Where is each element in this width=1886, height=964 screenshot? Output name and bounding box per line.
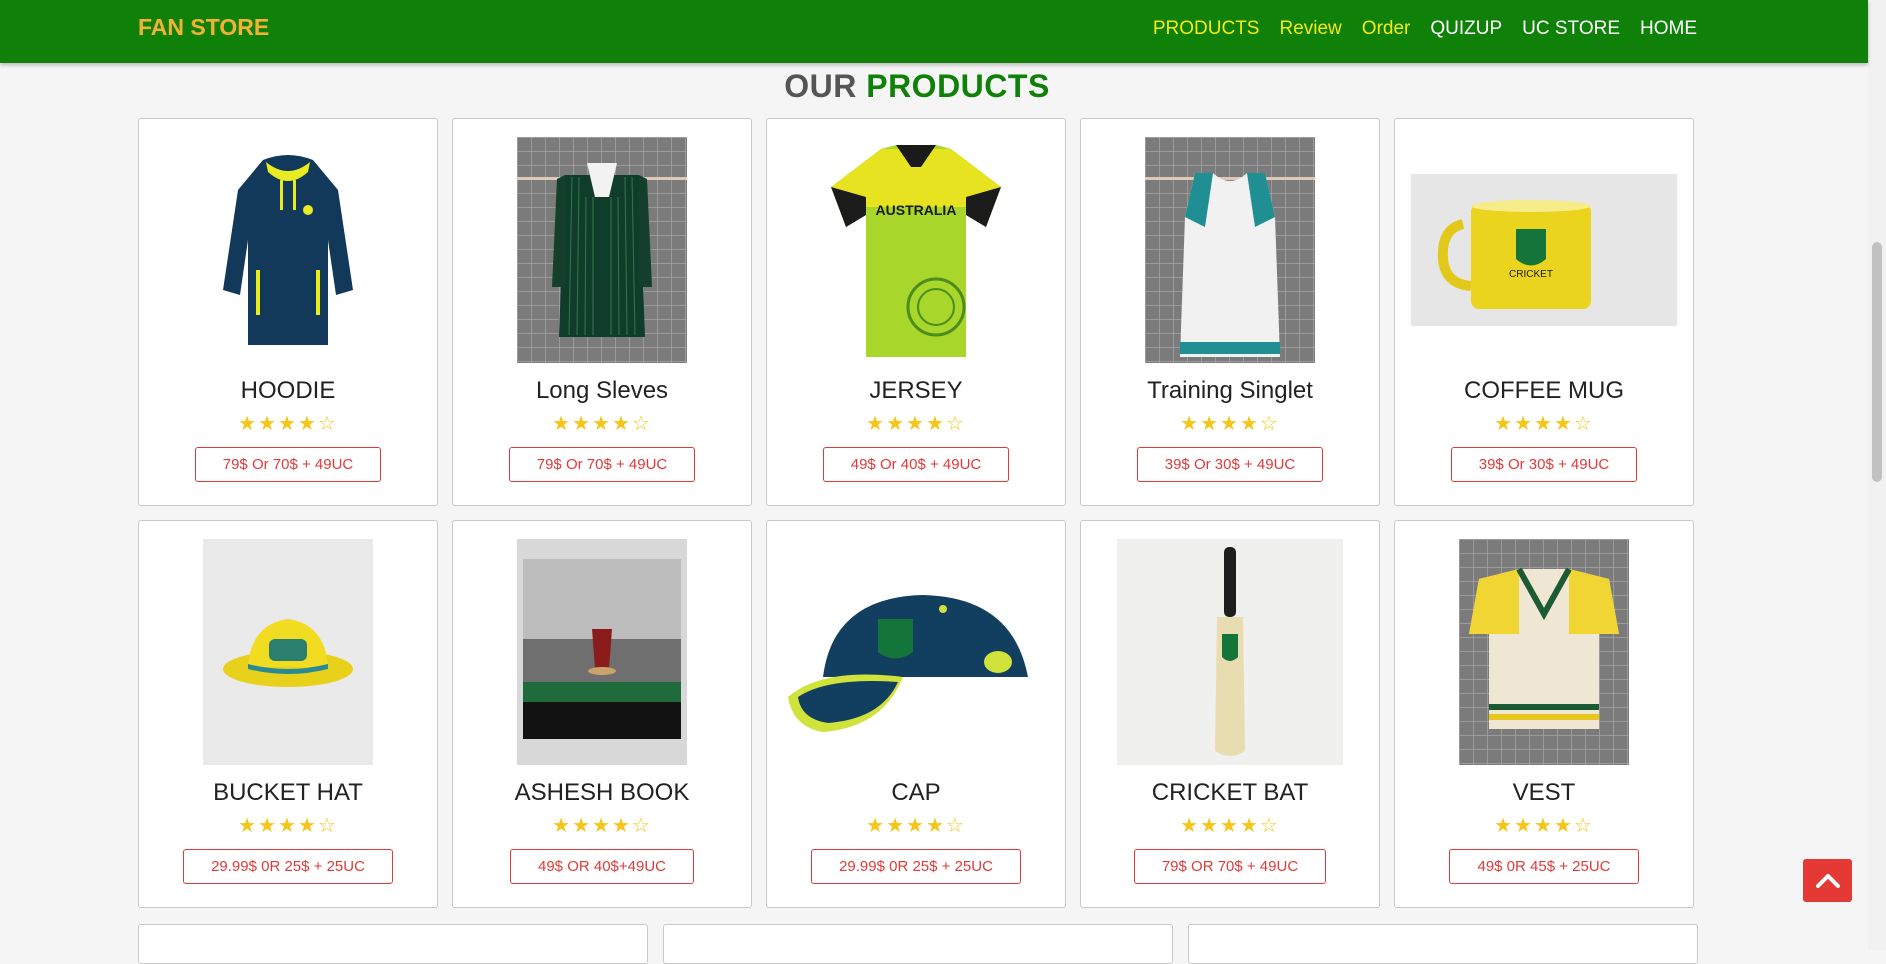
product-grid: HOODIE ★★★★☆ 79$ Or 70$ + 49UC Long Slev… xyxy=(138,118,1698,908)
chevron-up-icon xyxy=(1815,873,1840,888)
product-name: HOODIE xyxy=(240,377,336,404)
brand-logo-text[interactable]: FAN STORE xyxy=(138,14,269,41)
product-name: Long Sleves xyxy=(535,377,669,404)
price-button[interactable]: 49$ 0R 45$ + 25UC xyxy=(1449,849,1639,884)
blazer-image[interactable] xyxy=(469,137,735,363)
back-to-top-button[interactable] xyxy=(1803,859,1852,902)
product-name: ASHESH BOOK xyxy=(514,779,690,806)
nav-review[interactable]: Review xyxy=(1279,18,1341,40)
bucket-hat-image[interactable] xyxy=(155,539,421,765)
product-name: JERSEY xyxy=(869,377,963,404)
price-button[interactable]: 39$ Or 30$ + 49UC xyxy=(1450,447,1638,482)
product-card-ashesh-book[interactable]: ASHESH BOOK ★★★★☆ 49$ OR 40$+49UC xyxy=(452,520,752,908)
product-card-cap[interactable]: CAP ★★★★☆ 29.99$ 0R 25$ + 25UC xyxy=(766,520,1066,908)
mug-image[interactable]: CRICKET xyxy=(1411,137,1677,363)
product-card-training-singlet[interactable]: Training Singlet ★★★★☆ 39$ Or 30$ + 49UC xyxy=(1080,118,1380,506)
price-button[interactable]: 29.99$ 0R 25$ + 25UC xyxy=(811,849,1021,884)
price-button[interactable]: 49$ Or 40$ + 49UC xyxy=(822,447,1010,482)
product-name: COFFEE MUG xyxy=(1464,377,1624,404)
product-card-partial[interactable] xyxy=(1188,924,1698,964)
book-image[interactable] xyxy=(469,539,735,765)
product-card-partial[interactable] xyxy=(138,924,648,964)
cap-image[interactable] xyxy=(783,539,1049,765)
price-button[interactable]: 79$ Or 70$ + 49UC xyxy=(194,447,382,482)
star-rating-icon: ★★★★☆ xyxy=(1180,815,1280,837)
price-button[interactable]: 29.99$ 0R 25$ + 25UC xyxy=(183,849,393,884)
nav-uc-store[interactable]: UC STORE xyxy=(1522,18,1620,40)
product-card-cricket-bat[interactable]: CRICKET BAT ★★★★☆ 79$ OR 70$ + 49UC xyxy=(1080,520,1380,908)
star-rating-icon: ★★★★☆ xyxy=(1494,413,1594,435)
section-title-part2: PRODUCTS xyxy=(866,68,1050,104)
product-card-vest[interactable]: VEST ★★★★☆ 49$ 0R 45$ + 25UC xyxy=(1394,520,1694,908)
product-name: BUCKET HAT xyxy=(213,779,363,806)
nav-products[interactable]: PRODUCTS xyxy=(1153,18,1260,40)
product-card-hoodie[interactable]: HOODIE ★★★★☆ 79$ Or 70$ + 49UC xyxy=(138,118,438,506)
svg-text:AUSTRALIA: AUSTRALIA xyxy=(876,202,957,218)
star-rating-icon: ★★★★☆ xyxy=(1494,815,1594,837)
price-button[interactable]: 79$ OR 70$ + 49UC xyxy=(1133,849,1327,884)
product-card-coffee-mug[interactable]: CRICKET COFFEE MUG ★★★★☆ 39$ Or 30$ + 49… xyxy=(1394,118,1694,506)
product-card-partial[interactable] xyxy=(663,924,1173,964)
star-rating-icon: ★★★★☆ xyxy=(238,413,338,435)
nav-links: PRODUCTS Review Order QUIZUP UC STORE HO… xyxy=(1153,18,1697,40)
star-rating-icon: ★★★★☆ xyxy=(1180,413,1280,435)
product-name: CAP xyxy=(891,779,941,806)
section-title: OUR PRODUCTS xyxy=(0,68,1834,105)
nav-order[interactable]: Order xyxy=(1362,18,1411,40)
price-button[interactable]: 79$ Or 70$ + 49UC xyxy=(508,447,696,482)
vest-image[interactable] xyxy=(1411,539,1677,765)
price-button[interactable]: 39$ Or 30$ + 49UC xyxy=(1136,447,1324,482)
product-card-jersey[interactable]: AUSTRALIA JERSEY ★★★★☆ 49$ Or 40$ + 49UC xyxy=(766,118,1066,506)
star-rating-icon: ★★★★☆ xyxy=(552,413,652,435)
jersey-image[interactable]: AUSTRALIA xyxy=(783,137,1049,363)
product-card-bucket-hat[interactable]: BUCKET HAT ★★★★☆ 29.99$ 0R 25$ + 25UC xyxy=(138,520,438,908)
scrollbar-thumb[interactable] xyxy=(1872,242,1882,482)
section-title-part1: OUR xyxy=(784,68,857,104)
star-rating-icon: ★★★★☆ xyxy=(866,413,966,435)
product-name: CRICKET BAT xyxy=(1151,779,1309,806)
star-rating-icon: ★★★★☆ xyxy=(552,815,652,837)
star-rating-icon: ★★★★☆ xyxy=(238,815,338,837)
product-name: Training Singlet xyxy=(1147,377,1313,404)
price-button[interactable]: 49$ OR 40$+49UC xyxy=(510,849,694,884)
nav-quizup[interactable]: QUIZUP xyxy=(1430,18,1502,40)
svg-text:CRICKET: CRICKET xyxy=(1509,269,1553,280)
hoodie-image[interactable] xyxy=(155,137,421,363)
product-card-long-sleves[interactable]: Long Sleves ★★★★☆ 79$ Or 70$ + 49UC xyxy=(452,118,752,506)
bat-image[interactable] xyxy=(1097,539,1363,765)
star-rating-icon: ★★★★☆ xyxy=(866,815,966,837)
product-name: VEST xyxy=(1512,779,1576,806)
singlet-image[interactable] xyxy=(1097,137,1363,363)
nav-home[interactable]: HOME xyxy=(1640,18,1697,40)
top-navbar: FAN STORE PRODUCTS Review Order QUIZUP U… xyxy=(0,0,1868,63)
